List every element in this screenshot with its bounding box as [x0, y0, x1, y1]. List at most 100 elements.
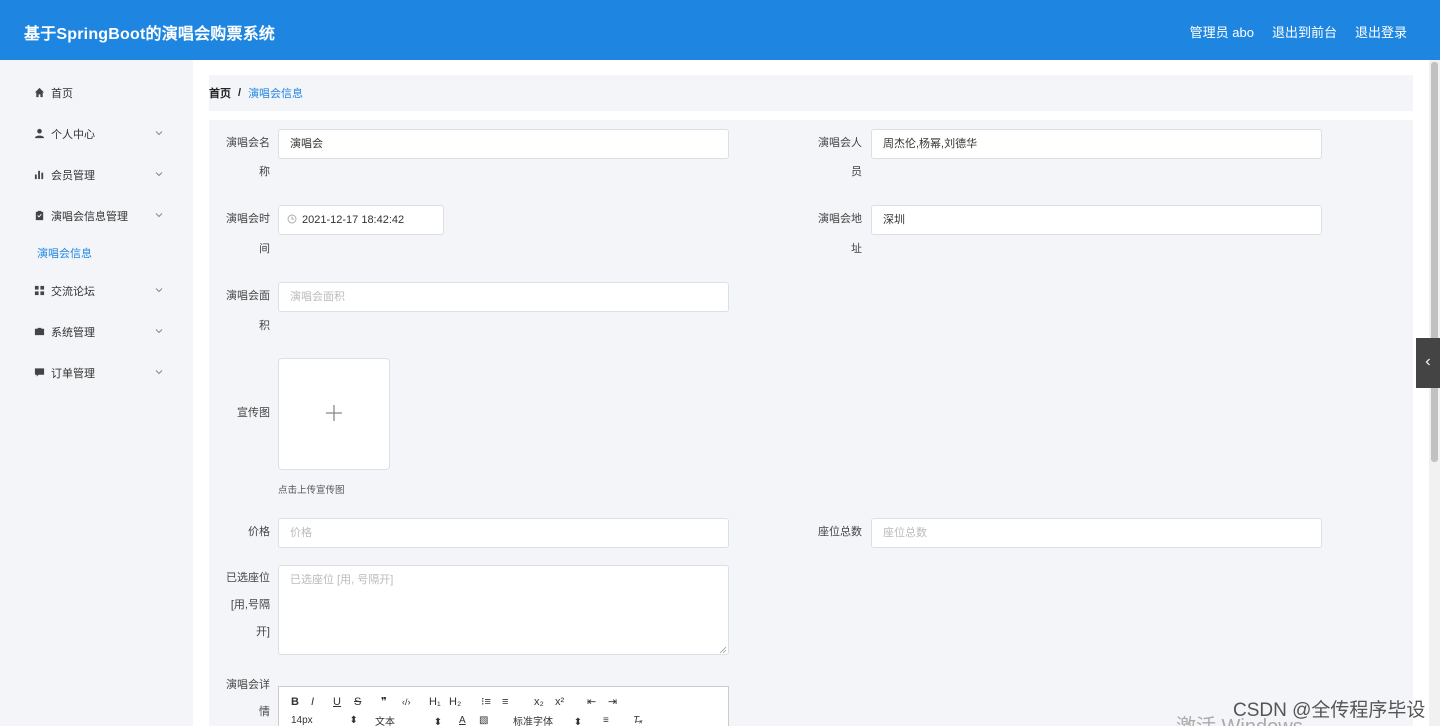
chevron-down-icon: [154, 326, 164, 336]
address-label-line2: 址: [851, 243, 862, 255]
sidebar-item-forum[interactable]: 交流论坛: [0, 270, 193, 311]
sidebar-item-orders[interactable]: 订单管理: [0, 352, 193, 393]
header-actions: 管理员 abo 退出到前台 退出登录: [1190, 22, 1407, 41]
underline-button[interactable]: U: [333, 696, 354, 708]
chevron-down-icon: [154, 128, 164, 138]
address-label-line1: 演唱会地: [818, 213, 862, 225]
sidebar-item-label: 演唱会信息管理: [51, 210, 128, 223]
select-arrows-icon: ⬍: [573, 717, 583, 726]
select-arrows-icon: ⬍: [349, 715, 358, 726]
top-header: 基于SpringBoot的演唱会购票系统 管理员 abo 退出到前台 退出登录: [0, 0, 1440, 60]
font-color-icon[interactable]: A: [459, 715, 479, 726]
editor-toolbar-row2: 14px ⬍ 文本 ⬍ A ▧ 标准字体 ⬍ ≡ T̶ₓ: [291, 713, 653, 726]
selected-seats-label-line3: 开]: [255, 626, 270, 638]
indent-button[interactable]: ⇥: [608, 695, 628, 708]
page-scrollbar[interactable]: [1429, 60, 1440, 726]
main-content: 首页 / 演唱会信息 演唱会名 称 演唱会 演唱会人 员 周杰伦,杨幂,刘德华 …: [193, 60, 1429, 726]
comment-icon: [33, 367, 45, 379]
chevron-down-icon: [154, 169, 164, 179]
concert-form: 演唱会名 称 演唱会 演唱会人 员 周杰伦,杨幂,刘德华 演唱会时 间 2021…: [209, 120, 1413, 726]
selected-seats-textarea[interactable]: 已选座位 [用, 号隔开]: [278, 565, 729, 655]
font-size-select[interactable]: 14px ⬍: [291, 715, 375, 726]
csdn-watermark: CSDN @全传程序毕设: [1233, 700, 1426, 721]
superscript-button[interactable]: x²: [555, 696, 587, 708]
text-type-select[interactable]: 文本 ⬍: [375, 713, 459, 726]
time-label-line1: 演唱会时: [226, 213, 270, 225]
area-label-line1: 演唱会面: [226, 290, 270, 302]
selected-seats-placeholder: 已选座位 [用, 号隔开]: [290, 574, 394, 586]
clipboard-icon: [33, 210, 45, 222]
rich-text-editor[interactable]: B I U S ❞ ‹/› H₁ H₂ ⁝≡ ≡ x₂ x² ⇤ ⇥ 14px …: [278, 686, 729, 726]
h2-button[interactable]: H₂: [449, 696, 481, 708]
breadcrumb-home[interactable]: 首页: [209, 85, 231, 101]
name-label-line1: 演唱会名: [226, 137, 270, 149]
chevron-down-icon: [154, 210, 164, 220]
select-arrows-icon: ⬍: [433, 717, 443, 726]
concert-address-input[interactable]: 深圳: [871, 205, 1322, 235]
bullet-list-button[interactable]: ≡: [502, 696, 534, 708]
selected-seats-label-line1: 已选座位: [226, 572, 270, 584]
strike-button[interactable]: S: [354, 696, 381, 708]
background-color-icon[interactable]: ▧: [479, 715, 513, 726]
scrollbar-thumb[interactable]: [1431, 62, 1438, 462]
plus-icon: [324, 403, 344, 426]
font-family-value: 标准字体: [513, 717, 553, 726]
sidebar-item-label: 会员管理: [51, 169, 95, 182]
concert-name-input[interactable]: 演唱会: [278, 129, 729, 159]
sidebar-item-label: 个人中心: [51, 128, 95, 141]
price-input[interactable]: 价格: [278, 518, 729, 548]
sidebar-item-profile[interactable]: 个人中心: [0, 113, 193, 154]
admin-user-link[interactable]: 管理员 abo: [1190, 22, 1254, 41]
clear-format-icon[interactable]: T̶ₓ: [633, 715, 653, 726]
outdent-button[interactable]: ⇤: [587, 695, 608, 708]
editor-toolbar-row1: B I U S ❞ ‹/› H₁ H₂ ⁝≡ ≡ x₂ x² ⇤ ⇥: [291, 695, 628, 709]
h1-button[interactable]: H₁: [429, 696, 449, 708]
sidebar-subitem-concert-info[interactable]: 演唱会信息: [0, 236, 193, 270]
chevron-down-icon: [154, 285, 164, 295]
collapse-panel-button[interactable]: [1416, 338, 1440, 388]
poster-upload-box[interactable]: [278, 358, 390, 470]
breadcrumb-separator: /: [238, 87, 242, 99]
sidebar-item-members[interactable]: 会员管理: [0, 154, 193, 195]
italic-button[interactable]: I: [311, 696, 333, 708]
concert-staff-input[interactable]: 周杰伦,杨幂,刘德华: [871, 129, 1322, 159]
poster-upload-hint: 点击上传宣传图: [278, 485, 345, 496]
bold-button[interactable]: B: [291, 696, 311, 708]
code-button[interactable]: ‹/›: [402, 697, 429, 707]
sidebar-item-label: 系统管理: [51, 326, 95, 339]
user-icon: [33, 128, 45, 140]
seats-total-input[interactable]: 座位总数: [871, 518, 1322, 548]
font-family-select[interactable]: 标准字体 ⬍: [513, 713, 603, 726]
briefcase-icon: [33, 326, 45, 338]
detail-label-line1: 演唱会详: [226, 679, 270, 691]
time-label-line2: 间: [259, 243, 270, 255]
blockquote-button[interactable]: ❞: [381, 695, 402, 708]
font-size-value: 14px: [291, 715, 313, 726]
sidebar-item-label: 交流论坛: [51, 285, 95, 298]
chevron-left-icon: [1423, 356, 1433, 370]
area-label-line2: 积: [259, 320, 270, 332]
logout-link[interactable]: 退出登录: [1355, 22, 1407, 41]
resize-grip-icon[interactable]: [719, 645, 727, 654]
concert-time-picker[interactable]: 2021-12-17 18:42:42: [278, 205, 444, 235]
concert-time-value: 2021-12-17 18:42:42: [302, 214, 405, 226]
poster-label: 宣传图: [237, 407, 270, 419]
sidebar-item-label: 订单管理: [51, 367, 95, 380]
exit-to-front-link[interactable]: 退出到前台: [1272, 22, 1337, 41]
home-icon: [33, 87, 45, 99]
sidebar-item-system[interactable]: 系统管理: [0, 311, 193, 352]
breadcrumb: 首页 / 演唱会信息: [209, 75, 1413, 111]
name-label-line2: 称: [259, 166, 270, 178]
sidebar-item-home[interactable]: 首页: [0, 72, 193, 113]
chevron-down-icon: [154, 367, 164, 377]
clock-icon: [287, 207, 297, 224]
staff-label-line1: 演唱会人: [818, 137, 862, 149]
concert-area-input[interactable]: 演唱会面积: [278, 282, 729, 312]
sidebar-item-label: 首页: [51, 87, 73, 100]
align-icon[interactable]: ≡: [603, 715, 633, 726]
app-title: 基于SpringBoot的演唱会购票系统: [24, 26, 276, 43]
sidebar-item-concert-manage[interactable]: 演唱会信息管理: [0, 195, 193, 236]
ordered-list-button[interactable]: ⁝≡: [481, 695, 502, 708]
bar-chart-icon: [33, 169, 45, 181]
subscript-button[interactable]: x₂: [534, 696, 555, 708]
